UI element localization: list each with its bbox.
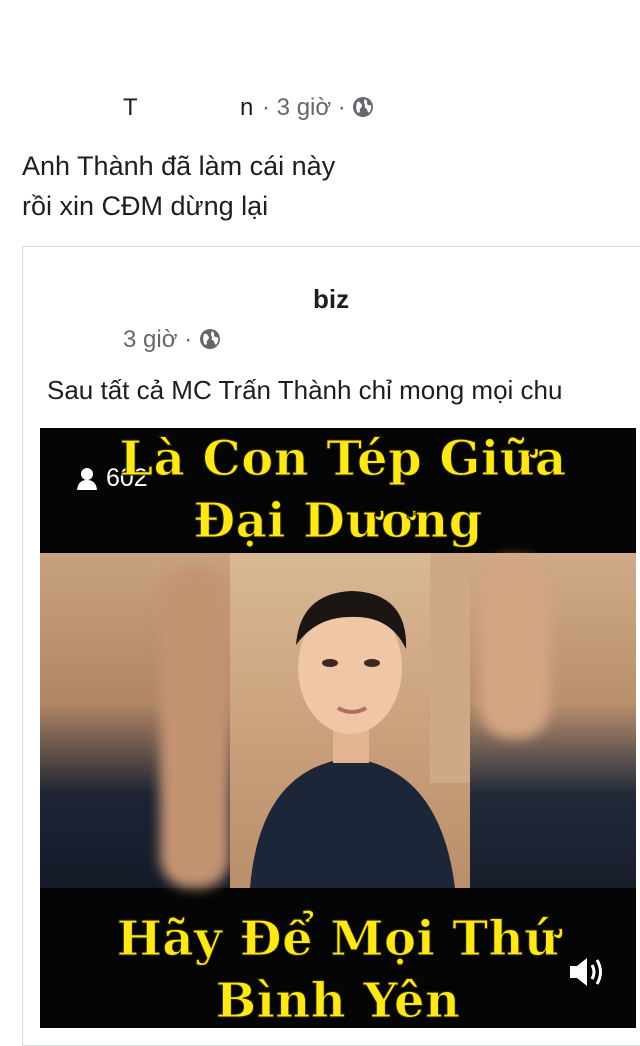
shared-page-name[interactable]: biz <box>313 284 349 315</box>
post-header: T n · 3 giờ · <box>0 86 640 130</box>
video-subtitle: Hãy Để Mọi Thứ Bình Yên <box>40 908 636 1029</box>
meta-separator: · <box>337 94 346 121</box>
post-text-line: Anh Thành đã làm cái này <box>22 151 336 181</box>
video-title-line: Đại Dương <box>193 493 483 550</box>
person-figure <box>250 553 470 888</box>
post-timestamp[interactable]: 3 giờ <box>277 94 331 121</box>
video-frame <box>230 553 470 888</box>
video-blur-hand-left <box>160 568 230 888</box>
shared-post-meta: 3 giờ · <box>123 326 221 354</box>
globe-icon <box>199 328 221 350</box>
shared-caption: Sau tất cả MC Trấn Thành chỉ mong mọi ch… <box>47 375 563 405</box>
post-text-line: rồi xin CĐM dừng lại <box>22 191 269 221</box>
shared-timestamp[interactable]: 3 giờ <box>123 326 177 353</box>
post-body: Anh Thành đã làm cái này rồi xin CĐM dừn… <box>22 146 335 226</box>
speaker-icon[interactable] <box>567 954 607 990</box>
meta-separator: · <box>262 94 270 121</box>
author-name-end[interactable]: n <box>240 94 253 122</box>
globe-icon <box>352 96 374 118</box>
video-blur-hand-right <box>480 558 550 738</box>
meta-separator: · <box>184 326 193 353</box>
post-meta: · 3 giờ · <box>262 94 374 122</box>
video-subtitle-line: Bình Yên <box>215 973 461 1029</box>
video-subtitle-line: Hãy Để Mọi Thứ <box>116 911 560 968</box>
video-title: Là Con Tép Giữa Đại Dương <box>40 428 636 552</box>
author-name-start[interactable]: T <box>123 94 138 122</box>
video-player[interactable]: 602 Là Con Tép Giữa Đại Dương Hãy Để Mọi… <box>40 428 636 1028</box>
video-title-line: Là Con Tép Giữa <box>119 431 567 488</box>
